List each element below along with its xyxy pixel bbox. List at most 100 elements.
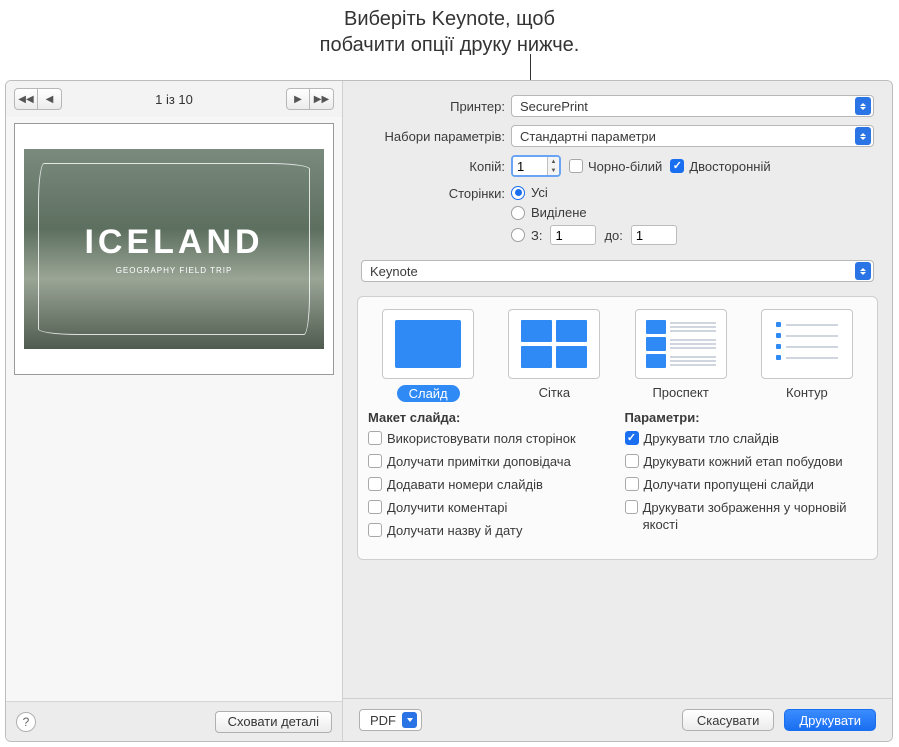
- print-button[interactable]: Друкувати: [784, 709, 876, 731]
- hide-details-label: Сховати деталі: [228, 714, 319, 729]
- slide-outline-graphic: [38, 163, 310, 335]
- copies-row: Копій: ▲▼ Чорно-білий Двосторонній: [361, 155, 874, 177]
- instruction-line2: побачити опції друку нижче.: [0, 32, 899, 58]
- use-margins-checkbox[interactable]: Використовувати поля сторінок: [368, 431, 611, 448]
- include-comments-checkbox[interactable]: Долучити коментарі: [368, 500, 611, 517]
- slide-thumbnail: ICELAND GEOGRAPHY FIELD TRIP: [24, 149, 324, 349]
- section-popup[interactable]: Keynote: [361, 260, 874, 282]
- add-numbers-checkbox[interactable]: Додавати номери слайдів: [368, 477, 611, 494]
- layout-handout-thumb: [635, 309, 727, 379]
- pages-range-radio[interactable]: З: до:: [511, 225, 677, 245]
- presets-popup[interactable]: Стандартні параметри: [511, 125, 874, 147]
- layout-grid[interactable]: Сітка: [506, 309, 602, 402]
- nav-first-icon[interactable]: ◀◀: [14, 88, 38, 110]
- copies-input[interactable]: [513, 157, 547, 175]
- section-popup-value: Keynote: [370, 264, 418, 279]
- form-area: Принтер: SecurePrint Набори параметрів: …: [343, 81, 892, 296]
- cancel-button[interactable]: Скасувати: [682, 709, 775, 731]
- handout-icon: [636, 310, 726, 378]
- preview-page: ICELAND GEOGRAPHY FIELD TRIP: [14, 123, 334, 375]
- radio-dot: [511, 206, 525, 220]
- duplex-label: Двосторонній: [689, 159, 770, 174]
- print-bg-checkbox[interactable]: Друкувати тло слайдів: [625, 431, 868, 448]
- print-builds-checkbox[interactable]: Друкувати кожний етап побудови: [625, 454, 868, 471]
- layout-outline-label: Контур: [786, 385, 828, 400]
- printer-row: Принтер: SecurePrint: [361, 95, 874, 117]
- layout-row: Слайд Сітка Пр: [368, 309, 867, 402]
- bw-label: Чорно-білий: [588, 159, 662, 174]
- draft-images-checkbox[interactable]: Друкувати зображення у чорновій якості: [625, 500, 868, 534]
- layout-slide-thumb: [382, 309, 474, 379]
- duplex-cb-box: [670, 159, 684, 173]
- nav-last-icon[interactable]: ▶▶: [310, 88, 334, 110]
- pages-options: Усі Виділене З: до:: [511, 185, 677, 250]
- options-columns: Макет слайда: Використовувати поля сторі…: [368, 410, 867, 545]
- pages-to-input[interactable]: [631, 225, 677, 245]
- hide-details-button[interactable]: Сховати деталі: [215, 711, 332, 733]
- radio-dot: [511, 228, 525, 242]
- bw-cb-box: [569, 159, 583, 173]
- popup-arrows-icon: [855, 127, 871, 145]
- popup-arrows-icon: [855, 97, 871, 115]
- printer-value: SecurePrint: [520, 99, 588, 114]
- layout-grid-thumb: [508, 309, 600, 379]
- preview-pane: ◀◀ ◀ 1 із 10 ▶ ▶▶ ICELAND GEOGRAPHY FIEL…: [6, 81, 343, 741]
- duplex-checkbox[interactable]: Двосторонній: [670, 159, 770, 174]
- outline-icon: [762, 310, 852, 378]
- nav-prev-group: ◀◀ ◀: [14, 88, 62, 110]
- popup-arrows-icon: [855, 262, 871, 280]
- page-counter: 1 із 10: [155, 92, 193, 107]
- printer-label: Принтер:: [361, 99, 511, 114]
- keynote-options-box: Слайд Сітка Пр: [357, 296, 878, 560]
- pdf-menu-button[interactable]: PDF: [359, 709, 422, 731]
- presets-row: Набори параметрів: Стандартні параметри: [361, 125, 874, 147]
- include-notes-checkbox[interactable]: Долучати примітки доповідача: [368, 454, 611, 471]
- nav-prev-icon[interactable]: ◀: [38, 88, 62, 110]
- print-dialog: ◀◀ ◀ 1 із 10 ▶ ▶▶ ICELAND GEOGRAPHY FIEL…: [5, 80, 893, 742]
- stepper-buttons[interactable]: ▲▼: [547, 157, 559, 175]
- layout-outline[interactable]: Контур: [759, 309, 855, 402]
- copies-stepper[interactable]: ▲▼: [511, 155, 561, 177]
- presets-value: Стандартні параметри: [520, 129, 656, 144]
- cancel-label: Скасувати: [697, 713, 760, 728]
- presets-label: Набори параметрів:: [361, 129, 511, 144]
- pages-from-input[interactable]: [550, 225, 596, 245]
- bw-checkbox[interactable]: Чорно-білий: [569, 159, 662, 174]
- layout-handout-label: Проспект: [652, 385, 708, 400]
- pages-all-radio[interactable]: Усі: [511, 185, 677, 200]
- pages-row: Сторінки: Усі Виділене З:: [361, 185, 874, 250]
- layout-slide[interactable]: Слайд: [380, 309, 476, 402]
- section-popup-row: Keynote: [361, 260, 874, 282]
- params-col: Параметри: Друкувати тло слайдів Друкува…: [625, 410, 868, 545]
- settings-pane: Принтер: SecurePrint Набори параметрів: …: [343, 81, 892, 741]
- pdf-label: PDF: [370, 713, 396, 728]
- printer-popup[interactable]: SecurePrint: [511, 95, 874, 117]
- include-skipped-checkbox[interactable]: Долучати пропущені слайди: [625, 477, 868, 494]
- footer-buttons: Скасувати Друкувати: [682, 709, 876, 731]
- params-heading: Параметри:: [625, 410, 868, 425]
- instruction-line1: Виберіть Keynote, щоб: [344, 8, 555, 30]
- radio-dot: [511, 186, 525, 200]
- slide-layout-col: Макет слайда: Використовувати поля сторі…: [368, 410, 611, 545]
- nav-next-icon[interactable]: ▶: [286, 88, 310, 110]
- copies-controls: ▲▼ Чорно-білий Двосторонній: [511, 155, 771, 177]
- pages-all-label: Усі: [531, 185, 548, 200]
- pages-selected-radio[interactable]: Виділене: [511, 205, 677, 220]
- grid-icon: [509, 310, 599, 378]
- nav-next-group: ▶ ▶▶: [286, 88, 334, 110]
- copies-label: Копій:: [361, 159, 511, 174]
- layout-handout[interactable]: Проспект: [633, 309, 729, 402]
- pages-label: Сторінки:: [361, 185, 511, 201]
- instruction-callout: Виберіть Keynote, щоб побачити опції дру…: [0, 0, 899, 72]
- pages-selected-label: Виділене: [531, 205, 587, 220]
- layout-slide-label: Слайд: [397, 385, 460, 402]
- print-label: Друкувати: [799, 713, 861, 728]
- preview-nav: ◀◀ ◀ 1 із 10 ▶ ▶▶: [6, 81, 342, 117]
- pages-from-label: З:: [531, 228, 542, 243]
- layout-outline-thumb: [761, 309, 853, 379]
- dialog-footer: PDF Скасувати Друкувати: [343, 698, 892, 741]
- pages-range-controls: З: до:: [531, 225, 677, 245]
- include-name-date-checkbox[interactable]: Долучати назву й дату: [368, 523, 611, 540]
- help-button[interactable]: ?: [16, 712, 36, 732]
- pages-to-label: до:: [604, 228, 622, 243]
